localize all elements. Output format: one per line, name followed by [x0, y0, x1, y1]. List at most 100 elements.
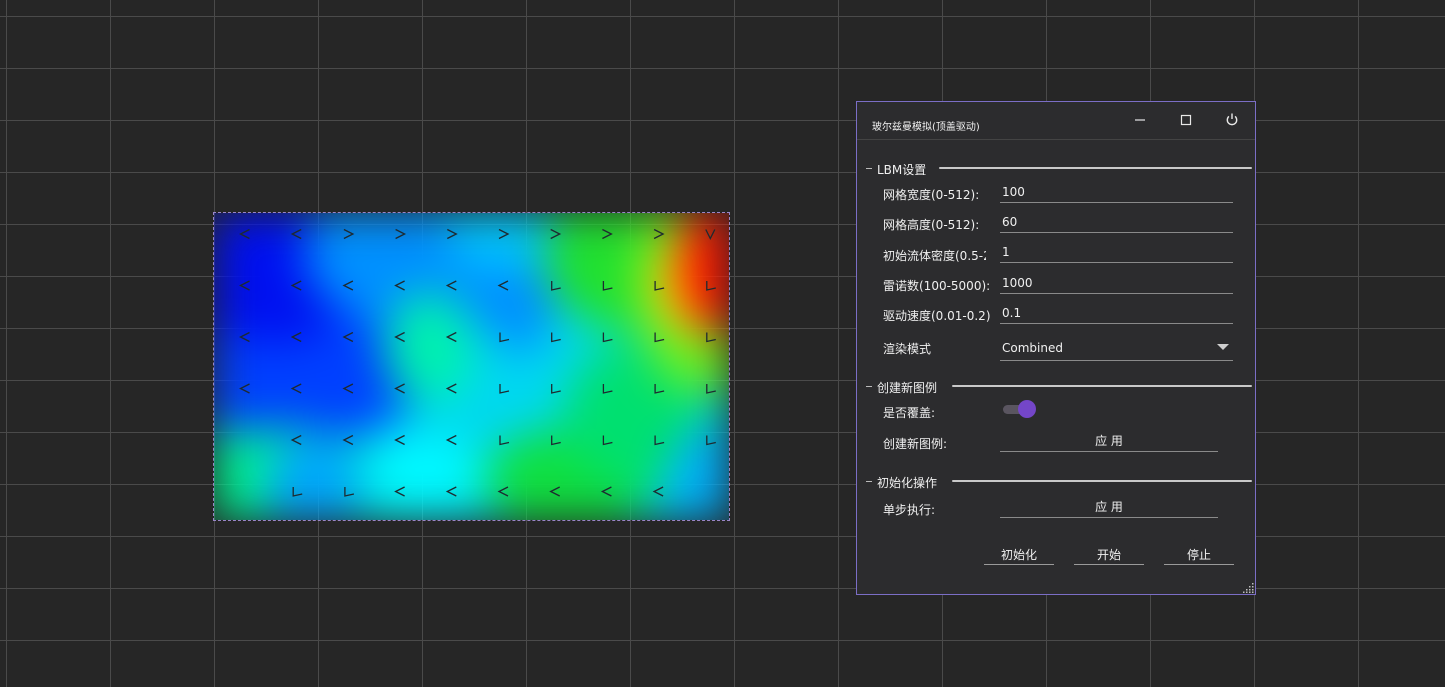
flow-arrow [497, 486, 509, 497]
grid-width-label: 网格宽度(0-512): [883, 188, 980, 202]
render-mode-value: Combined [1002, 341, 1063, 355]
flow-arrow [497, 280, 509, 291]
overwrite-label: 是否覆盖: [883, 406, 936, 420]
flow-arrow [706, 384, 716, 394]
flow-arrow [394, 280, 405, 291]
init-button[interactable]: 初始化 [984, 546, 1054, 565]
flow-arrow [344, 487, 355, 497]
grid-height-input[interactable]: 60 [1000, 212, 1233, 233]
flow-arrow [653, 228, 665, 240]
flow-arrow [394, 383, 405, 394]
overwrite-toggle[interactable] [1003, 400, 1036, 418]
flow-arrow [654, 281, 665, 291]
stop-button[interactable]: 停止 [1164, 546, 1234, 565]
velocity-label: 驱动速度(0.01-0.2) [883, 309, 991, 323]
flow-arrow [445, 486, 457, 497]
toggle-knob [1018, 400, 1036, 418]
flow-arrow [602, 332, 613, 343]
flow-arrow [551, 384, 561, 394]
flow-arrow [239, 280, 250, 291]
flow-arrow [600, 486, 612, 497]
reynolds-label: 雷诺数(100-5000): [883, 279, 991, 293]
create-legend-label: 创建新图例: [883, 437, 948, 451]
flow-arrow [498, 228, 510, 240]
flow-arrow [549, 486, 560, 497]
flow-arrow [654, 332, 665, 343]
flow-arrow [394, 331, 405, 343]
flow-arrow [342, 280, 354, 291]
title-bar[interactable]: 玻尔兹曼模拟(顶盖驱动) [857, 102, 1255, 140]
section-title: LBM设置 [877, 163, 927, 177]
flow-arrow [239, 228, 250, 240]
density-label: 初始流体密度(0.5-2 [883, 249, 986, 263]
simulation-canvas[interactable] [213, 212, 730, 521]
flow-arrow [652, 486, 664, 497]
grid-width-value: 100 [1002, 185, 1025, 199]
velocity-value: 0.1 [1002, 306, 1022, 320]
step-label: 单步执行: [883, 503, 936, 517]
start-button[interactable]: 开始 [1074, 546, 1144, 565]
maximize-icon [1180, 114, 1192, 126]
render-mode-select[interactable]: Combined [1000, 336, 1233, 361]
minimize-button[interactable] [1125, 108, 1155, 132]
flow-arrow [239, 331, 250, 343]
flow-arrow [551, 435, 561, 446]
flow-arrow [602, 228, 613, 240]
grid-height-value: 60 [1002, 215, 1018, 229]
flow-arrow [342, 434, 354, 446]
density-value: 1 [1002, 245, 1010, 259]
section-title: 创建新图例 [877, 381, 938, 395]
flow-arrow [706, 435, 716, 446]
flow-arrow [551, 281, 561, 291]
flow-arrow [290, 383, 302, 394]
maximize-button[interactable] [1171, 108, 1201, 132]
flow-arrow [705, 229, 716, 240]
window-title: 玻尔兹曼模拟(顶盖驱动) [872, 122, 980, 133]
minimize-icon [1135, 119, 1145, 121]
flow-arrow [395, 228, 407, 240]
settings-window[interactable]: 玻尔兹曼模拟(顶盖驱动) LBM设置 网格宽度(0-512): 100 网格高度… [856, 101, 1256, 595]
density-input[interactable]: 1 [1000, 242, 1233, 263]
create-legend-apply-button[interactable]: 应 用 [1000, 431, 1218, 452]
grid-width-input[interactable]: 100 [1000, 182, 1233, 203]
reynolds-value: 1000 [1002, 276, 1033, 290]
flow-arrow [602, 435, 613, 446]
reynolds-input[interactable]: 1000 [1000, 273, 1233, 294]
section-title: 初始化操作 [877, 476, 938, 490]
flow-arrow [290, 434, 302, 446]
flow-arrow [706, 332, 716, 343]
step-apply-button[interactable]: 应 用 [1000, 497, 1218, 518]
flow-arrow [394, 434, 405, 446]
resize-grip-icon[interactable] [1243, 582, 1254, 593]
flow-arrow [445, 434, 457, 446]
render-mode-label: 渲染模式 [883, 342, 932, 356]
grid-height-label: 网格高度(0-512): [883, 218, 980, 232]
flow-arrow [602, 281, 613, 291]
flow-arrow [602, 384, 613, 394]
flow-arrow [290, 331, 302, 343]
flow-arrow [550, 228, 562, 240]
flow-arrow [292, 487, 303, 497]
chevron-down-icon [1217, 344, 1229, 350]
flow-arrow [654, 435, 665, 446]
flow-arrow [499, 332, 510, 343]
flow-arrow [445, 383, 457, 394]
power-icon [1226, 113, 1238, 126]
flow-arrow [447, 228, 458, 240]
flow-arrow [342, 383, 354, 394]
flow-arrow [342, 331, 354, 343]
flow-arrow [499, 435, 510, 446]
flow-arrow [654, 384, 665, 394]
close-button[interactable] [1217, 108, 1247, 132]
flow-arrow [706, 281, 716, 291]
flow-arrow [290, 280, 302, 291]
velocity-arrows [239, 228, 716, 497]
flow-arrow [394, 486, 405, 497]
flow-arrow [499, 384, 510, 394]
flow-arrow [239, 383, 250, 394]
flow-arrow [445, 331, 457, 343]
flow-arrow [290, 228, 302, 240]
flow-arrow [551, 332, 561, 343]
flow-arrow [445, 280, 457, 291]
velocity-input[interactable]: 0.1 [1000, 303, 1233, 324]
